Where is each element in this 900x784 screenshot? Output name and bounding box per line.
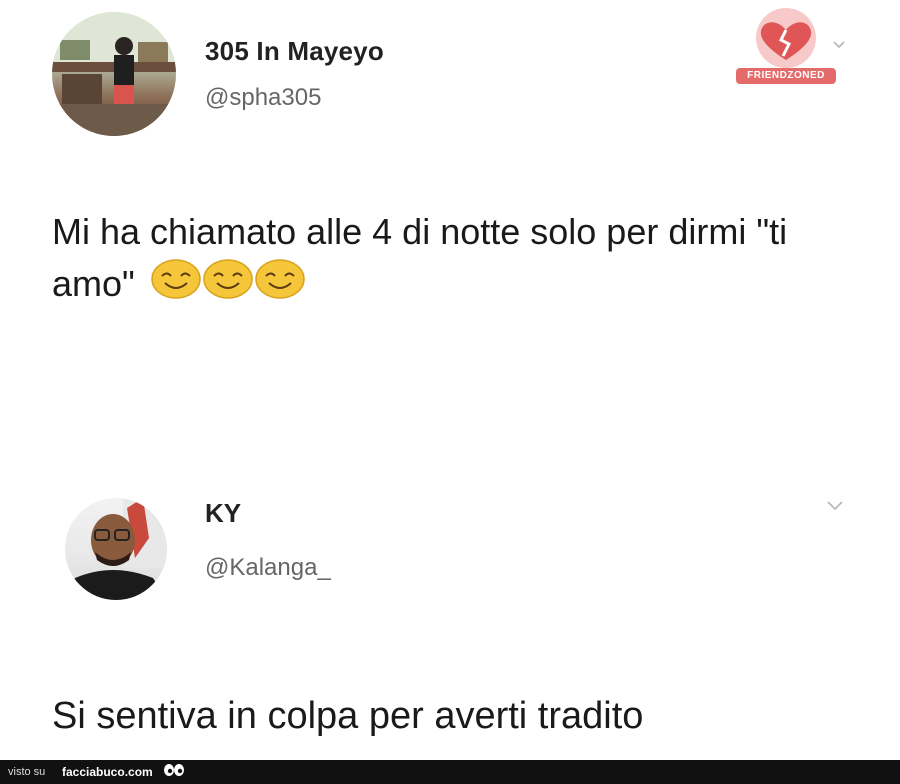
smiling-face-icon xyxy=(203,259,253,313)
watermark-label: FRIENDZONED xyxy=(736,68,836,84)
author-name[interactable]: KY xyxy=(205,498,241,529)
footer-site-link[interactable]: facciabuco.com xyxy=(62,765,153,779)
eyes-icon xyxy=(163,763,185,782)
avatar-photo xyxy=(52,12,176,136)
tweet-card: 305 In Mayeyo @spha305 FRIENDZONED Mi ha… xyxy=(0,0,900,420)
avatar[interactable] xyxy=(65,498,167,600)
chevron-down-icon[interactable] xyxy=(826,500,844,512)
author-handle[interactable]: @Kalanga_ xyxy=(205,554,331,582)
reply-text: Si sentiva in colpa per averti tradito xyxy=(52,695,644,737)
avatar[interactable] xyxy=(52,12,176,136)
chevron-down-icon[interactable] xyxy=(832,40,846,50)
author-handle[interactable]: @spha305 xyxy=(205,84,321,112)
smiling-face-icon xyxy=(151,259,201,313)
author-name[interactable]: 305 In Mayeyo xyxy=(205,36,384,67)
tweet-text: Mi ha chiamato alle 4 di notte solo per … xyxy=(52,206,852,313)
reply-card: KY @Kalanga_ Si sentiva in colpa per ave… xyxy=(0,420,900,760)
broken-heart-icon xyxy=(756,8,816,68)
avatar-photo xyxy=(65,498,167,600)
smiling-face-icon xyxy=(255,259,305,313)
footer-prefix: visto su xyxy=(8,766,46,778)
watermark-badge: FRIENDZONED xyxy=(734,8,838,88)
footer-bar: visto su facciabuco.com xyxy=(0,760,900,784)
